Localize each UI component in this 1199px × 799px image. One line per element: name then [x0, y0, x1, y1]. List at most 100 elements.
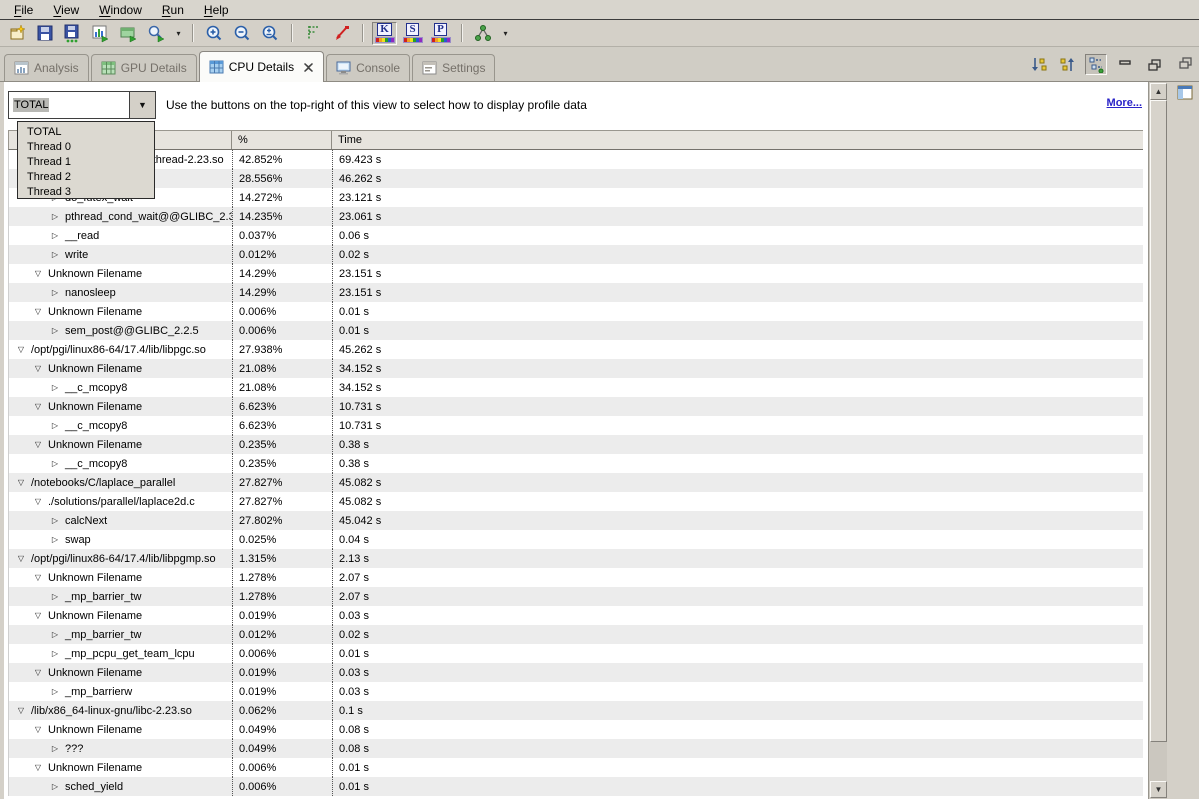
table-row[interactable]: ▷pthread_cond_wait@@GLIBC_2.314.235%23.0…	[9, 207, 1143, 226]
table-row[interactable]: ▽Unknown Filename21.08%34.152 s	[9, 359, 1143, 378]
collapse-arrow-icon[interactable]: ▽	[32, 364, 44, 373]
collapse-arrow-icon[interactable]: ▽	[32, 573, 44, 582]
table-row[interactable]: ▽Unknown Filename0.006%0.01 s	[9, 302, 1143, 321]
table-row[interactable]: ▽Unknown Filename6.623%10.731 s	[9, 397, 1143, 416]
table-row[interactable]: ▽Unknown Filename0.019%0.03 s	[9, 606, 1143, 625]
expand-arrow-icon[interactable]: ▷	[49, 687, 61, 696]
minimize-view-button[interactable]	[1114, 54, 1136, 75]
table-row[interactable]: ▽Unknown Filename0.235%0.38 s	[9, 435, 1143, 454]
combo-option[interactable]: TOTAL	[18, 124, 154, 139]
tab-settings[interactable]: Settings	[412, 54, 495, 81]
table-row[interactable]: ▽Unknown Filename0.019%0.03 s	[9, 663, 1143, 682]
collapse-arrow-icon[interactable]: ▽	[32, 668, 44, 677]
table-row[interactable]: ▽/opt/pgi/linux86-64/17.4/lib/libpgc.so2…	[9, 340, 1143, 359]
topology-button[interactable]	[471, 22, 496, 45]
combo-option[interactable]: Thread 1	[18, 154, 154, 169]
expand-arrow-icon[interactable]: ▷	[49, 630, 61, 639]
close-tab-button[interactable]	[303, 62, 314, 73]
collapse-arrow-icon[interactable]: ▽	[32, 725, 44, 734]
menu-run[interactable]: Run	[152, 1, 194, 19]
expand-arrow-icon[interactable]: ▷	[49, 326, 61, 335]
combo-option[interactable]: Thread 0	[18, 139, 154, 154]
tab-cpu-details[interactable]: CPU Details	[199, 51, 324, 82]
table-row[interactable]: ▽./solutions/parallel/laplace2d.c27.827%…	[9, 492, 1143, 511]
collapse-arrow-icon[interactable]: ▽	[32, 307, 44, 316]
table-row[interactable]: ▽/lib/x86_64-linux-gnu/libc-2.23.so0.062…	[9, 701, 1143, 720]
save-button[interactable]	[32, 22, 57, 45]
kernel-color-mode-button[interactable]: K	[372, 22, 397, 45]
table-row[interactable]: ▷write0.012%0.02 s	[9, 245, 1143, 264]
table-row[interactable]: ▽/lib/x86_64-linux-gnu/libpthread-2.23.s…	[9, 150, 1143, 169]
tab-console[interactable]: Console	[326, 54, 410, 81]
table-row[interactable]: ▷__c_mcopy821.08%34.152 s	[9, 378, 1143, 397]
maximize-view-button[interactable]	[1143, 54, 1165, 75]
stream-color-mode-button[interactable]: S	[400, 22, 425, 45]
collapse-arrow-icon[interactable]: ▽	[15, 706, 27, 715]
menu-view[interactable]: View	[43, 1, 89, 19]
combo-option[interactable]: Thread 3	[18, 184, 154, 199]
table-row[interactable]: ▷_mp_barrier_tw1.278%2.07 s	[9, 587, 1143, 606]
table-row[interactable]: ▷__read0.037%0.06 s	[9, 226, 1143, 245]
table-row[interactable]: ▽Unknown Filename0.006%0.01 s	[9, 758, 1143, 777]
expand-arrow-icon[interactable]: ▷	[49, 459, 61, 468]
combo-option[interactable]: Thread 2	[18, 169, 154, 184]
expand-arrow-icon[interactable]: ▷	[49, 421, 61, 430]
column-header-percent[interactable]: %	[232, 131, 332, 149]
table-row[interactable]: ▷_mp_barrierw0.019%0.03 s	[9, 682, 1143, 701]
collapse-arrow-icon[interactable]: ▽	[32, 440, 44, 449]
reset-marker-button[interactable]	[329, 22, 354, 45]
table-row[interactable]: ▽Unknown Filename0.049%0.08 s	[9, 720, 1143, 739]
table-row[interactable]: ▷swap0.025%0.04 s	[9, 530, 1143, 549]
search-run-button[interactable]	[144, 22, 169, 45]
collapse-arrow-icon[interactable]: ▽	[15, 554, 27, 563]
expand-arrow-icon[interactable]: ▷	[49, 212, 61, 221]
table-row[interactable]: ▽Unknown Filename14.29%23.151 s	[9, 264, 1143, 283]
vertical-scrollbar[interactable]: ▲ ▼	[1148, 82, 1167, 799]
table-row[interactable]: ▷???0.049%0.08 s	[9, 739, 1143, 758]
thread-selector-value[interactable]: TOTAL	[9, 92, 129, 118]
thread-dropdown-list[interactable]: TOTALThread 0Thread 1Thread 2Thread 3	[17, 121, 155, 199]
expand-arrow-icon[interactable]: ▷	[49, 535, 61, 544]
table-row[interactable]: ▷sched_yield0.006%0.01 s	[9, 777, 1143, 796]
menu-file[interactable]: File	[4, 1, 43, 19]
collapse-arrow-icon[interactable]: ▽	[15, 345, 27, 354]
column-header-time[interactable]: Time	[332, 131, 1143, 149]
collapse-arrow-icon[interactable]: ▽	[32, 269, 44, 278]
table-row[interactable]: ▽/opt/pgi/linux86-64/17.4/lib/libpgmp.so…	[9, 549, 1143, 568]
process-color-mode-button[interactable]: P	[428, 22, 453, 45]
expand-arrow-icon[interactable]: ▷	[49, 592, 61, 601]
collapse-arrow-icon[interactable]: ▽	[32, 611, 44, 620]
table-row[interactable]: ▽/notebooks/C/laplace_parallel27.827%45.…	[9, 473, 1143, 492]
profile-application-button[interactable]	[88, 22, 113, 45]
expand-arrow-icon[interactable]: ▷	[49, 288, 61, 297]
expand-arrow-icon[interactable]: ▷	[49, 516, 61, 525]
search-dropdown-caret[interactable]: ▾	[172, 22, 184, 45]
table-row[interactable]: ▷do_futex_wait14.272%23.121 s	[9, 188, 1143, 207]
topology-dropdown-caret[interactable]: ▾	[499, 22, 511, 45]
group-by-thread-button[interactable]	[1027, 54, 1049, 75]
expand-arrow-icon[interactable]: ▷	[49, 383, 61, 392]
measure-range-button[interactable]	[301, 22, 326, 45]
table-row[interactable]: ▷calcNext27.802%45.042 s	[9, 511, 1143, 530]
show-view-layout-button[interactable]	[1177, 85, 1194, 106]
group-by-function-button[interactable]	[1056, 54, 1078, 75]
menu-help[interactable]: Help	[194, 1, 239, 19]
tree-view-button[interactable]	[1085, 54, 1107, 75]
restore-pane-button[interactable]	[1178, 56, 1193, 75]
scroll-down-button[interactable]: ▼	[1150, 781, 1167, 798]
table-row[interactable]: ▷sem_post@@GLIBC_2.2.50.006%0.01 s	[9, 321, 1143, 340]
collapse-arrow-icon[interactable]: ▽	[15, 478, 27, 487]
zoom-out-button[interactable]	[230, 22, 255, 45]
thread-selector-combo[interactable]: TOTAL ▼	[8, 91, 156, 119]
expand-arrow-icon[interactable]: ▷	[49, 231, 61, 240]
expand-arrow-icon[interactable]: ▷	[49, 250, 61, 259]
table-row[interactable]: ▷_mp_pcpu_get_team_lcpu0.006%0.01 s	[9, 644, 1143, 663]
table-row[interactable]: ▽Unknown Filename28.556%46.262 s	[9, 169, 1143, 188]
more-link[interactable]: More...	[1107, 97, 1142, 109]
zoom-in-button[interactable]	[202, 22, 227, 45]
tab-gpu-details[interactable]: GPU Details	[91, 54, 197, 81]
scrollbar-thumb[interactable]	[1150, 100, 1167, 742]
expand-arrow-icon[interactable]: ▷	[49, 649, 61, 658]
combo-dropdown-button[interactable]: ▼	[129, 92, 155, 118]
collapse-arrow-icon[interactable]: ▽	[32, 497, 44, 506]
